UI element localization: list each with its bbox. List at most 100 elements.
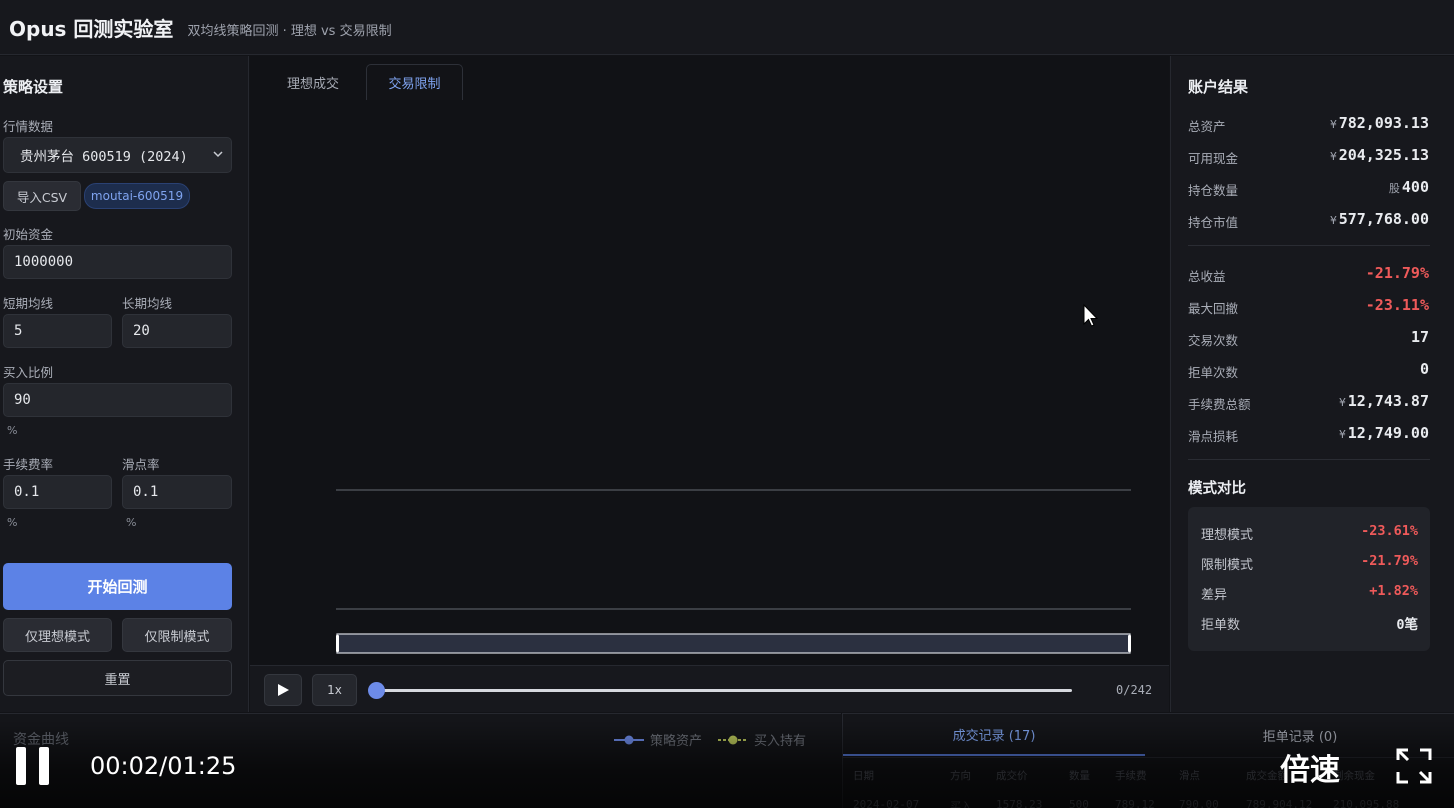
legend-line-icon xyxy=(718,735,748,744)
playback-controls: 1x 0/242 xyxy=(250,665,1169,712)
ideal-mode-label: 理想模式 xyxy=(1201,528,1254,543)
legend-strategy-label: 策略资产 xyxy=(650,734,703,749)
total-fees-label: 手续费总额 xyxy=(1188,397,1251,412)
position-qty-label: 持仓数量 xyxy=(1188,183,1239,198)
divider xyxy=(1188,459,1430,460)
legend-buy-hold: 买入持有 xyxy=(718,730,806,749)
start-backtest-button[interactable]: 开始回测 xyxy=(3,563,232,610)
reject-count-label: 拒单次数 xyxy=(1188,365,1239,380)
short-ma-input[interactable]: 5 xyxy=(3,314,112,348)
total-fees-value: ¥12,743.87 xyxy=(1339,392,1429,410)
strategy-settings-panel: 策略设置 行情数据 贵州茅台 600519 (2024) 导入CSV mouta… xyxy=(0,56,249,712)
market-data-value: 贵州茅台 600519 (2024) xyxy=(20,149,188,165)
limit-mode-label: 限制模式 xyxy=(1201,558,1254,573)
progress-thumb[interactable] xyxy=(368,682,385,699)
tab-ideal-fill[interactable]: 理想成交 xyxy=(266,64,360,100)
buy-ratio-label: 买入比例 xyxy=(3,365,54,380)
slippage-rate-label: 滑点率 xyxy=(122,457,160,472)
play-button[interactable] xyxy=(264,674,302,706)
legend-buy-hold-label: 买入持有 xyxy=(754,734,807,749)
settings-title: 策略设置 xyxy=(3,78,64,96)
mouse-cursor-icon xyxy=(1083,303,1099,327)
long-ma-label: 长期均线 xyxy=(122,296,173,311)
price-chart xyxy=(336,303,1131,654)
video-speed-button[interactable]: 倍速 xyxy=(1280,745,1340,789)
data-source-chip: moutai-600519 xyxy=(84,183,190,209)
total-return-label: 总收益 xyxy=(1188,269,1226,284)
progress-counter: 0/242 xyxy=(1116,683,1153,697)
col-date: 日期 xyxy=(853,770,874,782)
pause-icon[interactable] xyxy=(16,747,50,785)
mode-tabs: 理想成交 交易限制 xyxy=(250,56,1169,100)
buy-ratio-input[interactable]: 90 xyxy=(3,383,232,417)
legend-strategy: 策略资产 xyxy=(614,730,702,749)
tab-trade-limit[interactable]: 交易限制 xyxy=(366,64,463,100)
app-title: Opus 回测实验室 xyxy=(9,16,174,41)
difference-label: 差异 xyxy=(1201,588,1228,603)
difference-value: +1.82% xyxy=(1369,583,1418,599)
table-cell: 210,095.88 xyxy=(1333,798,1400,808)
table-cell: 买入 xyxy=(950,800,972,808)
slippage-rate-unit: % xyxy=(126,516,137,529)
total-return-value: -21.79% xyxy=(1365,264,1429,282)
table-cell: 500 xyxy=(1069,798,1089,808)
app-subtitle: 双均线策略回测 · 理想 vs 交易限制 xyxy=(187,23,392,39)
reject-count-value: 0 xyxy=(1419,360,1429,378)
table-cell: 1578.23 xyxy=(996,798,1043,808)
col-fee: 手续费 xyxy=(1115,770,1147,782)
long-ma-input[interactable]: 20 xyxy=(122,314,232,348)
table-cell: 790.00 xyxy=(1179,798,1219,808)
divider xyxy=(843,757,1454,758)
market-data-select[interactable]: 贵州茅台 600519 (2024) xyxy=(3,137,232,173)
range-handle-right[interactable] xyxy=(1128,635,1131,652)
trade-count-label: 交易次数 xyxy=(1188,333,1239,348)
progress-track[interactable] xyxy=(377,689,1072,692)
divider xyxy=(1188,245,1430,246)
import-csv-button[interactable]: 导入CSV xyxy=(3,181,81,211)
position-qty-value: 股 400 xyxy=(1388,178,1429,196)
speed-button[interactable]: 1x xyxy=(312,674,357,706)
table-cell: 2024-02-07 xyxy=(853,798,920,808)
col-quantity: 数量 xyxy=(1069,770,1090,782)
mode-compare-box: 理想模式 -23.61% 限制模式 -21.79% 差异 +1.82% 拒单数 … xyxy=(1188,507,1430,651)
slippage-loss-value: ¥12,749.00 xyxy=(1339,424,1429,442)
market-data-label: 行情数据 xyxy=(3,119,54,134)
equity-curve-title: 资金曲线 xyxy=(13,732,69,748)
position-value-label: 持仓市值 xyxy=(1188,215,1239,230)
total-assets-value: ¥782,093.13 xyxy=(1330,114,1429,132)
ideal-only-button[interactable]: 仅理想模式 xyxy=(3,618,112,652)
chart-panel: 理想成交 交易限制 1x 0/242 xyxy=(250,56,1169,712)
limit-only-button[interactable]: 仅限制模式 xyxy=(122,618,232,652)
mode-compare-title: 模式对比 xyxy=(1188,481,1246,497)
max-drawdown-value: -23.11% xyxy=(1365,296,1429,314)
max-drawdown-label: 最大回撤 xyxy=(1188,301,1239,316)
short-ma-label: 短期均线 xyxy=(3,296,54,311)
results-title: 账户结果 xyxy=(1188,78,1249,96)
range-handle-left[interactable] xyxy=(336,635,339,652)
chevron-down-icon xyxy=(213,151,223,158)
reject-orders-label: 拒单数 xyxy=(1201,618,1241,633)
available-cash-value: ¥204,325.13 xyxy=(1330,146,1429,164)
col-slippage: 滑点 xyxy=(1179,770,1200,782)
col-direction: 方向 xyxy=(950,770,971,782)
account-results-panel: 账户结果 总资产 ¥782,093.13 可用现金 ¥204,325.13 持仓… xyxy=(1170,56,1454,712)
fee-rate-label: 手续费率 xyxy=(3,457,54,472)
fee-rate-input[interactable]: 0.1 xyxy=(3,475,112,509)
fee-rate-unit: % xyxy=(7,516,18,529)
play-icon xyxy=(278,684,289,696)
trade-count-value: 17 xyxy=(1410,328,1429,346)
fullscreen-icon[interactable] xyxy=(1396,748,1432,784)
table-cell: 789,904.12 xyxy=(1246,798,1313,808)
reset-button[interactable]: 重置 xyxy=(3,660,232,696)
available-cash-label: 可用现金 xyxy=(1188,151,1239,166)
initial-capital-input[interactable]: 1000000 xyxy=(3,245,232,279)
slippage-loss-label: 滑点损耗 xyxy=(1188,429,1239,444)
slippage-rate-input[interactable]: 0.1 xyxy=(122,475,232,509)
limit-mode-value: -21.79% xyxy=(1361,553,1418,569)
total-assets-label: 总资产 xyxy=(1188,119,1226,134)
tab-trade-records[interactable]: 成交记录 (17) xyxy=(843,714,1145,756)
table-cell: 789.12 xyxy=(1115,798,1155,808)
initial-capital-label: 初始资金 xyxy=(3,227,54,242)
video-time: 00:02/01:25 xyxy=(90,752,237,780)
range-selector[interactable] xyxy=(336,633,1131,654)
